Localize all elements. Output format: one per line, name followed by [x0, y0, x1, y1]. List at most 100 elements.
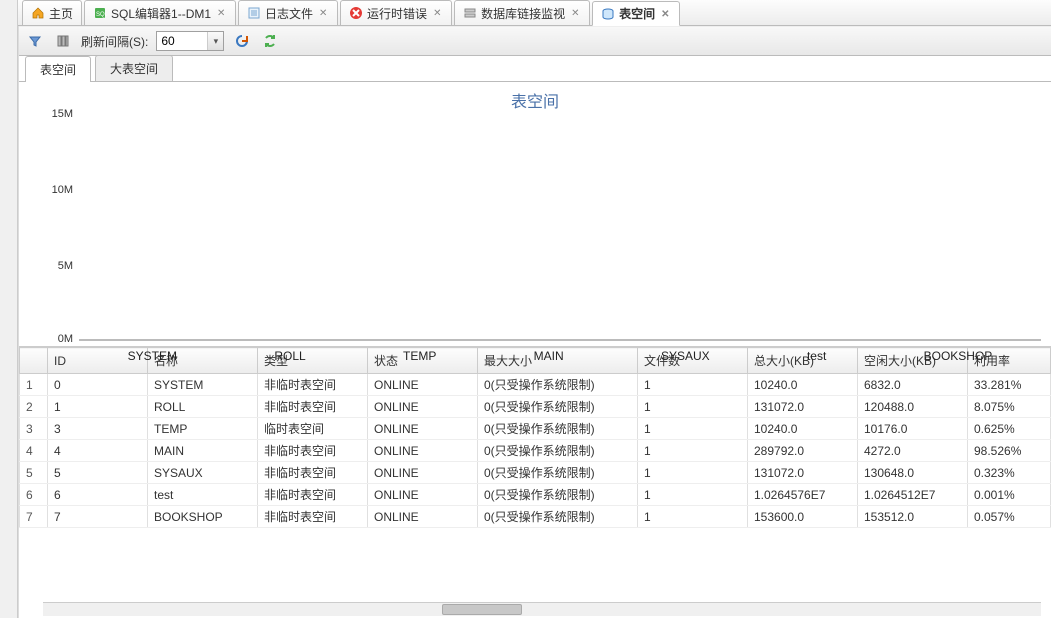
refresh-interval-select[interactable]: ▾ [156, 31, 224, 51]
chart-body: 15M 10M 5M 0M SYSTEM ROLL TEMP MAIN SYSA… [79, 114, 1041, 344]
cell: 3 [48, 418, 148, 440]
top-tabbar: 主页 SQL SQL编辑器1--DM1 ✕ 日志文件 ✕ 运行时 [18, 0, 1051, 26]
cell: 0.001% [968, 484, 1051, 506]
table-row[interactable]: 77BOOKSHOP非临时表空间ONLINE0(只受操作系统限制)1153600… [20, 506, 1051, 528]
col-rownum[interactable] [20, 348, 48, 374]
row-number: 2 [20, 396, 48, 418]
cell: 10176.0 [858, 418, 968, 440]
x-cat: SYSAUX [661, 349, 710, 363]
toolbar: 刷新间隔(S): ▾ [19, 26, 1051, 56]
left-gutter [0, 0, 18, 618]
cell: SYSTEM [148, 374, 258, 396]
cell: 非临时表空间 [258, 440, 368, 462]
y-tick-10m: 10M [52, 184, 73, 196]
tab-sql-editor[interactable]: SQL SQL编辑器1--DM1 ✕ [84, 0, 236, 25]
cell: ONLINE [368, 462, 478, 484]
cell: 1 [638, 440, 748, 462]
tablespace-table: ID 名称 类型 状态 最大大小 文件数 总大小(KB) 空闲大小(KB) 利用… [19, 347, 1051, 528]
cell: 10240.0 [748, 418, 858, 440]
close-icon[interactable]: ✕ [217, 8, 227, 18]
refresh-interval-input[interactable] [157, 32, 207, 50]
tablespace-icon [601, 7, 615, 21]
dblink-icon [463, 6, 477, 20]
tab-label: 运行时错误 [367, 5, 427, 22]
x-cat: BOOKSHOP [924, 349, 993, 363]
cell: 临时表空间 [258, 418, 368, 440]
cell: ONLINE [368, 440, 478, 462]
cell: 153512.0 [858, 506, 968, 528]
cell: 非临时表空间 [258, 374, 368, 396]
table-row[interactable]: 21ROLL非临时表空间ONLINE0(只受操作系统限制)1131072.012… [20, 396, 1051, 418]
x-cat: test [807, 349, 826, 363]
x-cat: MAIN [534, 349, 564, 363]
auto-refresh-button[interactable] [260, 31, 280, 51]
close-icon[interactable]: ✕ [661, 9, 671, 19]
cell: 1 [638, 506, 748, 528]
cell: 289792.0 [748, 440, 858, 462]
tab-home[interactable]: 主页 [22, 0, 82, 25]
cell: ONLINE [368, 484, 478, 506]
scrollbar-thumb[interactable] [442, 604, 522, 615]
cell: 非临时表空间 [258, 506, 368, 528]
cell: 33.281% [968, 374, 1051, 396]
tab-label: 数据库链接监视 [481, 5, 565, 22]
cell: 0.323% [968, 462, 1051, 484]
cell: 非临时表空间 [258, 462, 368, 484]
cell: 0(只受操作系统限制) [478, 396, 638, 418]
table-wrap: ID 名称 类型 状态 最大大小 文件数 总大小(KB) 空闲大小(KB) 利用… [19, 346, 1051, 602]
table-row[interactable]: 10SYSTEM非临时表空间ONLINE0(只受操作系统限制)110240.06… [20, 374, 1051, 396]
cell: 1.0264576E7 [748, 484, 858, 506]
cell: 8.075% [968, 396, 1051, 418]
cell: MAIN [148, 440, 258, 462]
cell: 1 [638, 374, 748, 396]
cell: 120488.0 [858, 396, 968, 418]
filter-button[interactable] [25, 31, 45, 51]
cell: 0(只受操作系统限制) [478, 418, 638, 440]
close-icon[interactable]: ✕ [433, 8, 443, 18]
y-tick-0m: 0M [58, 333, 73, 345]
sql-icon: SQL [93, 6, 107, 20]
chevron-down-icon[interactable]: ▾ [207, 32, 223, 50]
cell: 6 [48, 484, 148, 506]
cell: 1.0264512E7 [858, 484, 968, 506]
x-cat: ROLL [274, 349, 305, 363]
cell: 10240.0 [748, 374, 858, 396]
log-icon [247, 6, 261, 20]
tab-tablespace[interactable]: 表空间 ✕ [592, 1, 680, 26]
cell: SYSAUX [148, 462, 258, 484]
columns-button[interactable] [53, 31, 73, 51]
cell: 0 [48, 374, 148, 396]
cell: 98.526% [968, 440, 1051, 462]
cell: 153600.0 [748, 506, 858, 528]
home-icon [31, 6, 45, 20]
horizontal-scrollbar[interactable] [43, 602, 1041, 616]
cell: 5 [48, 462, 148, 484]
cell: 0(只受操作系统限制) [478, 374, 638, 396]
close-icon[interactable]: ✕ [319, 8, 329, 18]
cell: 0(只受操作系统限制) [478, 440, 638, 462]
cell: 4272.0 [858, 440, 968, 462]
table-row[interactable]: 44MAIN非临时表空间ONLINE0(只受操作系统限制)1289792.042… [20, 440, 1051, 462]
tab-runtime-error[interactable]: 运行时错误 ✕ [340, 0, 452, 25]
tab-logfile[interactable]: 日志文件 ✕ [238, 0, 338, 25]
subtab-tablespace[interactable]: 表空间 [25, 56, 91, 82]
row-number: 5 [20, 462, 48, 484]
close-icon[interactable]: ✕ [571, 8, 581, 18]
subtab-large-tablespace[interactable]: 大表空间 [95, 55, 173, 81]
chart: 表空间 15M 10M 5M 0M SYSTEM ROLL TEMP MAIN … [19, 82, 1051, 346]
cell: 0.625% [968, 418, 1051, 440]
tab-label: 主页 [49, 5, 73, 22]
refresh-button[interactable] [232, 31, 252, 51]
table-row[interactable]: 55SYSAUX非临时表空间ONLINE0(只受操作系统限制)1131072.0… [20, 462, 1051, 484]
table-row[interactable]: 66test非临时表空间ONLINE0(只受操作系统限制)11.0264576E… [20, 484, 1051, 506]
table-row[interactable]: 33TEMP临时表空间ONLINE0(只受操作系统限制)110240.01017… [20, 418, 1051, 440]
cell: 1 [638, 418, 748, 440]
cell: ROLL [148, 396, 258, 418]
tab-dblink-monitor[interactable]: 数据库链接监视 ✕ [454, 0, 590, 25]
cell: ONLINE [368, 396, 478, 418]
cell: 1 [638, 462, 748, 484]
y-tick-5m: 5M [58, 260, 73, 272]
row-number: 4 [20, 440, 48, 462]
cell: ONLINE [368, 374, 478, 396]
tab-label: 日志文件 [265, 5, 313, 22]
